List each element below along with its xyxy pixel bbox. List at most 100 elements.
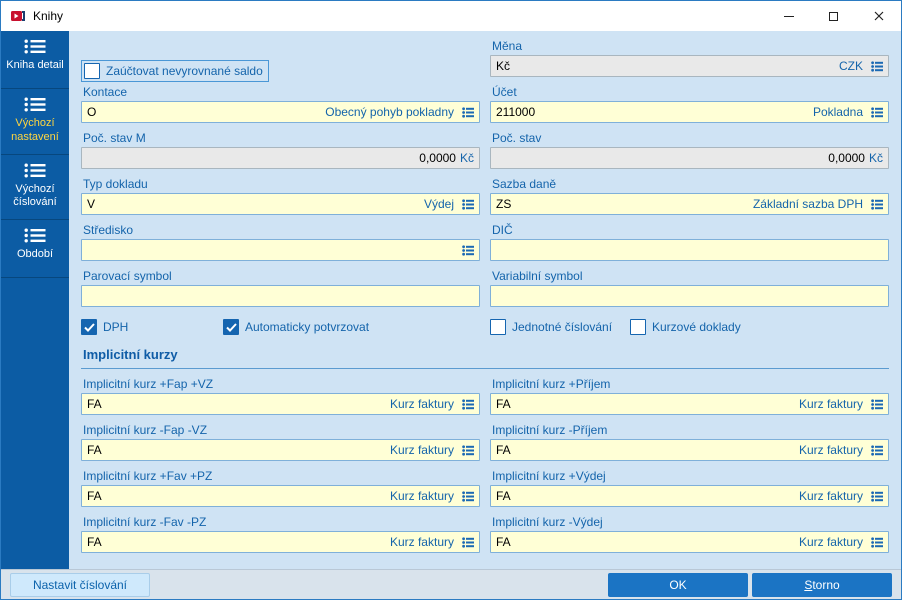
kurz-label: Implicitní kurz +Příjem (492, 377, 889, 390)
mena-label: Měna (492, 39, 889, 52)
sidebar-item-kniha-detail[interactable]: Kniha detail (1, 31, 69, 89)
titlebar: Knihy (1, 1, 901, 31)
sazba-dane-combobox[interactable]: ZS Základní sazba DPH (490, 193, 889, 215)
dropdown-icon[interactable] (462, 107, 474, 118)
parovaci-label: Parovací symbol (83, 269, 480, 282)
ok-button[interactable]: OK (608, 573, 748, 597)
kurz-fav-plus-combobox[interactable]: FA Kurz faktury (81, 485, 480, 507)
checkmark-icon (226, 323, 237, 332)
sidebar-item-vychozi-nastaveni[interactable]: Výchozí nastavení (1, 89, 69, 155)
nastavit-cislovani-button[interactable]: Nastavit číslování (10, 573, 150, 597)
kurz-vydej-plus-combobox[interactable]: FA Kurz faktury (490, 485, 889, 507)
kurz-prijem-minus-combobox[interactable]: FA Kurz faktury (490, 439, 889, 461)
kurz-desc: Kurz faktury (799, 397, 863, 411)
kurz-label: Implicitní kurz -Výdej (492, 515, 889, 528)
jednotne-cislovani-checkbox[interactable] (490, 319, 506, 335)
dropdown-icon[interactable] (871, 537, 883, 548)
variabilni-input[interactable] (490, 285, 889, 307)
kurz-fap-plus-combobox[interactable]: FA Kurz faktury (81, 393, 480, 415)
poc-stav-label: Poč. stav (492, 131, 889, 144)
saldo-checkbox[interactable] (84, 63, 100, 79)
dropdown-icon[interactable] (462, 199, 474, 210)
kurz-label: Implicitní kurz +Fav +PZ (83, 469, 480, 482)
kurz-prijem-plus-combobox[interactable]: FA Kurz faktury (490, 393, 889, 415)
dropdown-icon[interactable] (462, 491, 474, 502)
sazba-dane-value: ZS (496, 197, 511, 211)
kurz-prijem-minus-block: Implicitní kurz -Příjem FA Kurz faktury (490, 423, 889, 461)
parovaci-input[interactable] (81, 285, 480, 307)
footer-bar: Nastavit číslování OK Storno (1, 569, 901, 599)
kurz-vydej-minus-combobox[interactable]: FA Kurz faktury (490, 531, 889, 553)
kurz-fav-plus-block: Implicitní kurz +Fav +PZ FA Kurz faktury (81, 469, 480, 507)
dph-checkbox[interactable] (81, 319, 97, 335)
typ-dokladu-combobox[interactable]: V Výdej (81, 193, 480, 215)
sidebar-filler (1, 278, 69, 569)
poc-stav-m-block: Poč. stav M 0,0000 Kč (81, 131, 480, 169)
stredisko-label: Středisko (83, 223, 480, 236)
dropdown-icon[interactable] (871, 491, 883, 502)
ucet-block: Účet 211000 Pokladna (490, 85, 889, 123)
poc-stav-m-currency: Kč (460, 151, 474, 165)
dropdown-icon[interactable] (871, 61, 883, 72)
stredisko-combobox[interactable] (81, 239, 480, 261)
checkmark-icon (84, 323, 95, 332)
typ-dokladu-value: V (87, 197, 95, 211)
kurz-value: FA (496, 535, 511, 549)
dropdown-icon[interactable] (871, 399, 883, 410)
dropdown-icon[interactable] (462, 537, 474, 548)
kurz-fav-minus-combobox[interactable]: FA Kurz faktury (81, 531, 480, 553)
sidebar-item-vychozi-cislovani[interactable]: Výchozí číslování (1, 155, 69, 221)
mena-combobox[interactable]: Kč CZK (490, 55, 889, 77)
dph-checkbox-item[interactable]: DPH (81, 319, 223, 335)
dropdown-icon[interactable] (462, 445, 474, 456)
close-button[interactable] (856, 1, 901, 31)
saldo-row: Zaúčtovat nevyrovnané saldo (81, 56, 480, 85)
sidebar-item-label: Výchozí nastavení (3, 117, 67, 145)
list-icon (24, 97, 46, 112)
kurz-value: FA (496, 489, 511, 503)
kurz-desc: Kurz faktury (799, 535, 863, 549)
storno-button[interactable]: Storno (752, 573, 892, 597)
maximize-button[interactable] (811, 1, 856, 31)
dropdown-icon[interactable] (871, 445, 883, 456)
ucet-desc: Pokladna (813, 105, 863, 119)
app-icon (10, 8, 26, 24)
auto-potvrzovat-checkbox-item[interactable]: Automaticky potvrzovat (223, 319, 369, 335)
typ-dokladu-label: Typ dokladu (83, 177, 480, 190)
kurz-desc: Kurz faktury (799, 489, 863, 503)
kurz-label: Implicitní kurz +Výdej (492, 469, 889, 482)
stredisko-block: Středisko (81, 223, 480, 261)
ucet-combobox[interactable]: 211000 Pokladna (490, 101, 889, 123)
poc-stav-m-label: Poč. stav M (83, 131, 480, 144)
poc-stav-field: 0,0000 Kč (490, 147, 889, 169)
kurzy-grid: Implicitní kurz +Fap +VZ FA Kurz faktury… (81, 377, 889, 561)
dropdown-icon[interactable] (462, 399, 474, 410)
kurz-label: Implicitní kurz -Fav -PZ (83, 515, 480, 528)
dropdown-icon[interactable] (871, 107, 883, 118)
dropdown-icon[interactable] (462, 245, 474, 256)
kurz-desc: Kurz faktury (390, 535, 454, 549)
sidebar-item-obdobi[interactable]: Období (1, 220, 69, 278)
saldo-label: Zaúčtovat nevyrovnané saldo (106, 64, 263, 78)
typ-dokladu-desc: Výdej (424, 197, 454, 211)
kurz-value: FA (87, 443, 102, 457)
auto-potvrzovat-checkbox[interactable] (223, 319, 239, 335)
list-icon (24, 39, 46, 54)
dic-input[interactable] (490, 239, 889, 261)
kurz-desc: Kurz faktury (390, 443, 454, 457)
kurz-value: FA (87, 489, 102, 503)
saldo-focusbox: Zaúčtovat nevyrovnané saldo (81, 60, 269, 82)
ucet-value: 211000 (496, 105, 535, 119)
kurz-label: Implicitní kurz -Příjem (492, 423, 889, 436)
sidebar-item-label: Výchozí číslování (3, 183, 67, 211)
jednotne-cislovani-checkbox-item[interactable]: Jednotné číslování (490, 319, 630, 335)
dropdown-icon[interactable] (871, 199, 883, 210)
kontace-combobox[interactable]: O Obecný pohyb pokladny (81, 101, 480, 123)
kurz-prijem-plus-block: Implicitní kurz +Příjem FA Kurz faktury (490, 377, 889, 415)
kurzove-doklady-checkbox-item[interactable]: Kurzové doklady (630, 319, 741, 335)
minimize-button[interactable] (766, 1, 811, 31)
kurzove-doklady-checkbox[interactable] (630, 319, 646, 335)
dic-label: DIČ (492, 223, 889, 236)
kurz-fap-minus-combobox[interactable]: FA Kurz faktury (81, 439, 480, 461)
poc-stav-m-value: 0,0000 (419, 151, 456, 165)
